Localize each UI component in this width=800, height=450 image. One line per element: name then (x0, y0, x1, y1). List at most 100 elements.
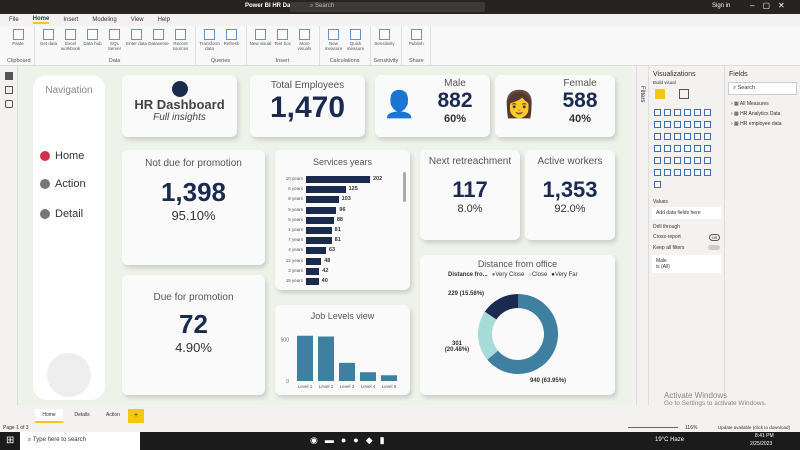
ribbon-button[interactable]: Sensitivity (374, 29, 396, 58)
table-hr-analytics[interactable]: › ▦ HR Analytics Data (725, 109, 800, 119)
visual-type-icon[interactable] (653, 168, 661, 176)
ribbon-button[interactable]: New measure (323, 29, 345, 58)
page-tab-details[interactable]: Details (68, 409, 96, 423)
taskbar-apps[interactable]: ◉▬●●◆▮ (310, 435, 392, 446)
search-box[interactable]: ⌕ Search (290, 2, 485, 12)
menu-view[interactable]: View (131, 17, 144, 23)
visual-type-icon[interactable] (653, 120, 661, 128)
bar[interactable] (339, 362, 355, 381)
visual-type-icon[interactable] (693, 120, 701, 128)
legend-very-far[interactable]: ●Very Far (551, 272, 577, 278)
filters-pane[interactable]: Filters (636, 66, 648, 405)
clock-time[interactable]: 8:41 PM (755, 433, 774, 439)
donut-slice[interactable] (478, 311, 499, 360)
table-all-measures[interactable]: › ▦ All Measures (725, 99, 800, 109)
visual-type-icon[interactable] (663, 108, 671, 116)
visual-type-icon[interactable] (703, 108, 711, 116)
bar[interactable] (306, 278, 319, 285)
ribbon-button[interactable]: Enter data (126, 29, 148, 58)
visual-type-icon[interactable] (673, 120, 681, 128)
bar[interactable] (306, 237, 332, 245)
visual-type-icon[interactable] (693, 108, 701, 116)
nav-action[interactable]: Action (40, 178, 86, 190)
table-hr-employee[interactable]: › ▦ HR employee data (725, 119, 800, 129)
update-notice[interactable]: Update available (click to download) (718, 425, 790, 430)
visual-type-icon[interactable] (663, 168, 671, 176)
ribbon-button[interactable]: Get data (38, 29, 60, 58)
ribbon-button[interactable]: More visuals (294, 29, 316, 58)
visual-type-icon[interactable] (673, 108, 681, 116)
visual-type-icon[interactable] (693, 144, 701, 152)
ribbon-button[interactable]: Refresh (221, 29, 243, 58)
sign-in-link[interactable]: Sign in (712, 3, 730, 9)
legend-very-close[interactable]: ●Very Close (492, 272, 525, 278)
visual-type-icon[interactable] (663, 120, 671, 128)
ribbon-button[interactable]: Recent sources (170, 29, 192, 58)
add-fields-well[interactable]: Add data fields here (652, 207, 721, 219)
add-page-button[interactable]: + (128, 409, 144, 423)
bar[interactable] (306, 227, 332, 234)
keep-filters-toggle[interactable] (708, 245, 720, 250)
visual-type-icon[interactable] (663, 132, 671, 140)
menu-insert[interactable]: Insert (63, 17, 78, 23)
bar[interactable] (306, 267, 320, 275)
clock-date[interactable]: 2/25/2023 (750, 441, 772, 447)
visual-type-icon[interactable] (673, 156, 681, 164)
ribbon-button[interactable]: Excel workbook (60, 29, 82, 58)
bar[interactable] (297, 335, 313, 381)
nav-detail[interactable]: Detail (40, 208, 83, 220)
menu-help[interactable]: Help (158, 17, 170, 23)
table-view-icon[interactable] (5, 86, 13, 94)
visual-type-icon[interactable] (653, 132, 661, 140)
bar[interactable] (306, 196, 339, 204)
visual-type-icon[interactable] (683, 132, 691, 140)
taskbar-search[interactable]: ⌕ Type here to search (20, 432, 140, 450)
visual-type-icon[interactable] (703, 144, 711, 152)
report-view-icon[interactable] (5, 72, 13, 80)
ribbon-button[interactable]: Quick measure (345, 29, 367, 58)
visual-type-icon[interactable] (683, 144, 691, 152)
visual-type-icon[interactable] (703, 156, 711, 164)
visual-type-icon[interactable] (703, 132, 711, 140)
cross-report-toggle[interactable]: Off (708, 234, 720, 241)
visual-type-icon[interactable] (673, 144, 681, 152)
window-controls[interactable]: –▢✕ (750, 1, 793, 10)
bar[interactable] (306, 176, 370, 183)
visual-type-icon[interactable] (703, 168, 711, 176)
visual-type-icon[interactable] (673, 168, 681, 176)
windows-start-icon[interactable]: ⊞ (6, 435, 14, 446)
model-view-icon[interactable] (5, 100, 13, 108)
visual-type-icon[interactable] (693, 132, 701, 140)
format-visual-icon[interactable] (679, 89, 689, 99)
visual-type-icon[interactable] (653, 156, 661, 164)
ribbon-button[interactable]: Transform data (199, 29, 221, 58)
scrollbar[interactable] (403, 172, 406, 202)
visual-type-icon[interactable] (683, 120, 691, 128)
ribbon-button[interactable]: Data hub (82, 29, 104, 58)
ribbon-button[interactable]: New visual (250, 29, 272, 58)
bar[interactable] (381, 375, 397, 381)
visual-type-icon[interactable] (683, 156, 691, 164)
visual-type-icon[interactable] (673, 132, 681, 140)
visual-type-icon[interactable] (703, 120, 711, 128)
visual-type-icon[interactable] (663, 144, 671, 152)
visual-type-icon[interactable] (653, 180, 661, 188)
menu-home[interactable]: Home (32, 16, 50, 24)
zoom-slider[interactable] (628, 427, 678, 428)
build-visual-icon[interactable] (655, 89, 665, 99)
visual-type-icon[interactable] (693, 168, 701, 176)
page-tab-action[interactable]: Action (100, 409, 126, 423)
ribbon-button[interactable]: Text box (272, 29, 294, 58)
ribbon-button[interactable]: Paste (7, 29, 29, 58)
bar[interactable] (360, 372, 376, 381)
ribbon-button[interactable]: Publish (405, 29, 427, 58)
menu-modeling[interactable]: Modeling (92, 17, 116, 23)
legend-close[interactable]: ●Close (528, 272, 547, 278)
bar[interactable] (306, 216, 334, 224)
visual-type-icon[interactable] (653, 144, 661, 152)
visual-type-icon[interactable] (653, 108, 661, 116)
weather[interactable]: 19°C Haze (655, 437, 684, 443)
ribbon-button[interactable]: SQL Server (104, 29, 126, 58)
drill-filter-card[interactable]: Male is (All) (652, 255, 721, 273)
bar[interactable] (318, 336, 334, 382)
